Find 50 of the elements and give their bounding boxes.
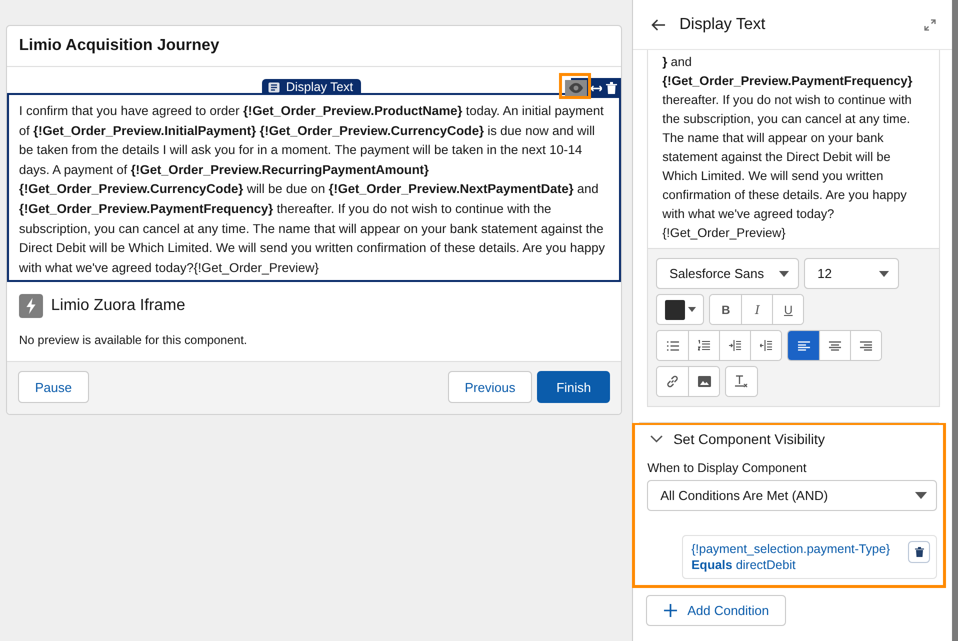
indent-icon (729, 340, 742, 351)
dropdown-caret-icon (879, 270, 890, 276)
condition-card[interactable]: {!payment_selection.payment-Type} Equals directDebit (682, 535, 938, 579)
toolbar-button[interactable] (750, 331, 782, 360)
delete-icon[interactable] (606, 82, 617, 94)
component-title: Limio Zuora Iframe (51, 297, 186, 316)
editor-text: } and {!Get_Order_Preview.PaymentFrequency} thereafter. If you do not wish to continue with the subscription, you can cancel at any time. The name that will appear on your bank statement against the Direct Debit will be Which Limited. We will send you written confirmation of these details. Are you happy with what we've agreed today?{!Get_Order_Preview} (662, 54, 914, 242)
nav-button[interactable]: Finish (537, 371, 610, 404)
dropdown-caret-icon (779, 270, 790, 276)
dropdown-caret-icon (688, 307, 696, 312)
clear-formatting-icon (735, 375, 748, 388)
editor-content[interactable] (648, 50, 940, 249)
text-color-button[interactable] (656, 294, 704, 325)
align-left-icon (798, 340, 810, 350)
numbered-list-icon (698, 340, 710, 351)
image-icon (698, 376, 711, 387)
back-arrow-icon[interactable] (651, 18, 666, 30)
plus-icon (664, 604, 678, 617)
chevron-icon[interactable] (650, 435, 664, 443)
tag-label: Display Text (286, 80, 354, 94)
flow-title: Limio Acquisition Journey (7, 26, 621, 67)
bullet-list-icon (666, 340, 679, 350)
condition-text: {!payment_selection.payment-Type} Equals directDebit (691, 541, 892, 573)
dropdown-caret-icon (915, 492, 928, 499)
outdent-icon (760, 340, 772, 351)
toolbar-button[interactable] (688, 367, 720, 396)
link-icon (666, 375, 680, 388)
highlight-frame (559, 73, 591, 99)
panel-title: Display Text (679, 16, 766, 34)
lightning-icon (19, 294, 43, 318)
nav-button[interactable]: Previous (448, 371, 532, 404)
align-center-icon (829, 340, 842, 350)
preview-message: No preview is available for this component. (19, 333, 248, 348)
font-family-select[interactable]: Salesforce Sans (656, 258, 800, 289)
field-label: When to Display Component (647, 461, 808, 475)
color-swatch (665, 300, 686, 320)
toolbar-button[interactable] (850, 331, 882, 360)
condition-logic-select[interactable]: All Conditions Are Met (AND) (647, 480, 938, 511)
add-condition-button[interactable]: Add Condition (646, 595, 786, 626)
font-size-select[interactable]: 12 (804, 258, 900, 289)
delete-condition-button[interactable] (908, 541, 930, 563)
toolbar-button[interactable]: U (772, 295, 804, 324)
move-icon[interactable] (591, 82, 602, 94)
delete-icon (914, 547, 924, 557)
section-title: Set Component Visibility (673, 431, 825, 447)
expand-icon[interactable] (924, 18, 936, 30)
align-right-icon (860, 340, 872, 350)
toolbar-button[interactable] (788, 331, 820, 360)
display-text-body: I confirm that you have agreed to order {!Get_Order_Preview.ProductName} today. An initial payment of {!Get_Order_Preview.InitialPayment} {!Get_Order_Preview.CurrencyCode} is due now and will be taken from the details I will ask you for in a moment. The payment will be taken in the next 10-14 days. A payment of {!Get_Order_Preview.RecurringPaymentAmount} {!Get_Order_Preview.CurrencyCode} will be due on {!Get_Order_Preview.NextPaymentDate} and {!Get_Order_Preview.PaymentFrequency} thereafter. If you do not wish to continue with the subscription, you can cancel at any time. The name that will appear on your bank statement against the Direct Debit will be Which Limited. We will send you written confirmation of these details. Are you happy with what we've agreed today?{!Get_Order_Preview} (19, 102, 606, 277)
pause-button[interactable]: Pause (18, 371, 89, 404)
